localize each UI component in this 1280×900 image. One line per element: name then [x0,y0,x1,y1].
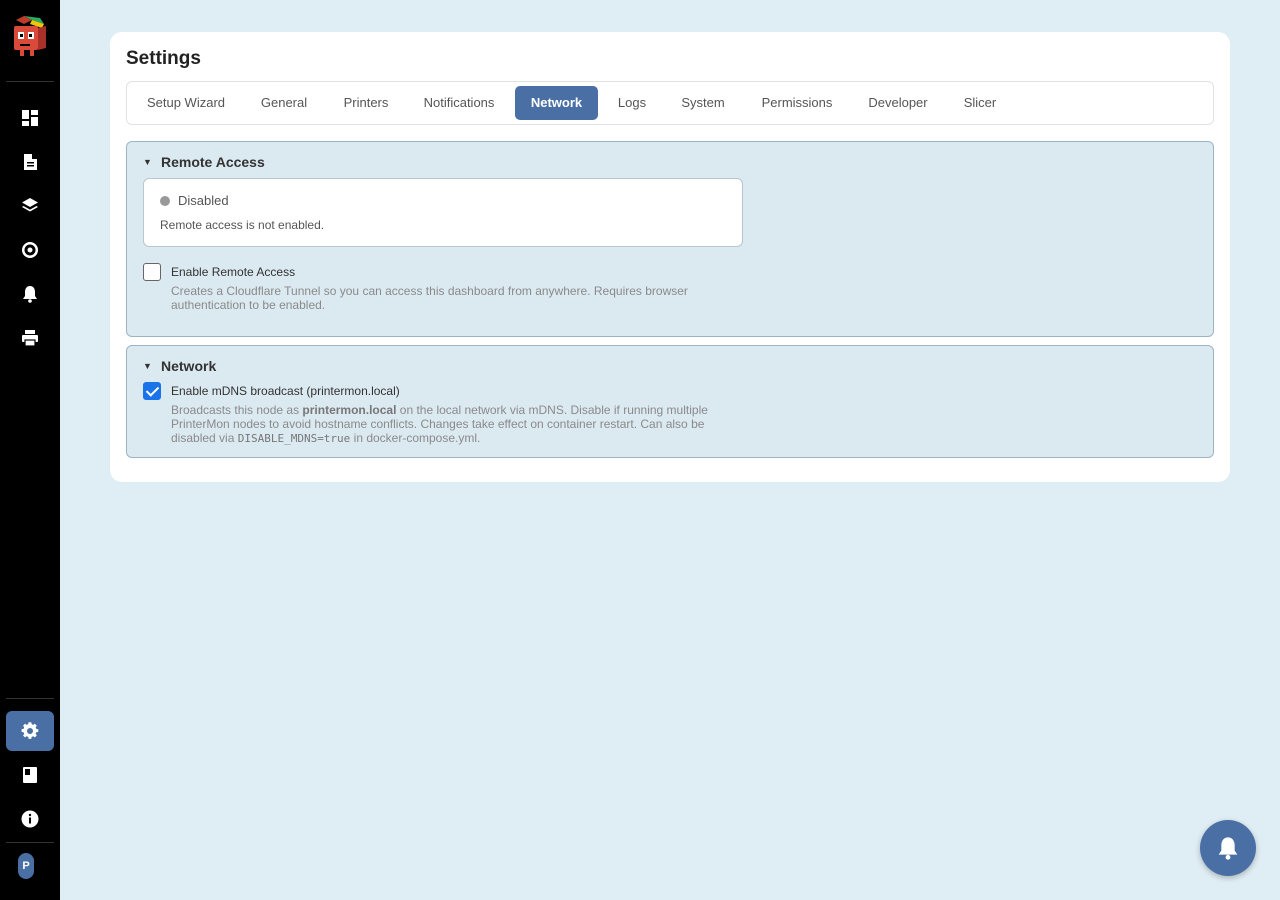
status-description: Remote access is not enabled. [160,218,325,232]
sidebar-divider [6,842,54,843]
file-icon [24,154,37,170]
mdns-env-var: DISABLE_MDNS=true [237,432,351,445]
enable-remote-access-help: Creates a Cloudflare Tunnel so you can a… [171,284,688,312]
status-dot [160,196,170,206]
book-icon [23,767,37,783]
tab-developer[interactable]: Developer [853,86,943,120]
tab-printers[interactable]: Printers [327,86,405,120]
printer-icon [22,330,38,347]
remote-access-status: Disabled Remote access is not enabled. [143,178,743,247]
tab-slicer[interactable]: Slicer [947,86,1013,120]
enable-remote-access-label: Enable Remote Access [171,265,296,279]
dashboard-icon [22,110,38,126]
avatar[interactable]: P [18,853,34,879]
tab-general[interactable]: General [245,86,323,120]
settings-card: Settings Setup Wizard General Printers N… [110,32,1230,482]
page-title: Settings [126,48,201,69]
spool-icon [22,242,38,258]
mdns-help-text: in docker-compose.yml. [350,431,481,445]
tab-network[interactable]: Network [515,86,598,120]
sidebar: P [0,0,60,900]
bell-icon [23,286,37,303]
network-title: Network [161,358,217,374]
sidebar-divider [6,698,54,699]
caret-down-icon: ▼ [143,157,152,167]
remote-access-section: ▼ Remote Access Disabled Remote access i… [126,141,1214,337]
tab-setup-wizard[interactable]: Setup Wizard [131,86,241,120]
bell-icon [1218,837,1238,860]
mdns-hostname: printermon.local [302,403,397,417]
settings-tabs: Setup Wizard General Printers Notificati… [126,81,1214,125]
info-icon [21,810,39,828]
remote-access-title: Remote Access [161,154,265,170]
nav-spools[interactable] [6,230,54,270]
enable-mdns-checkbox[interactable] [143,382,161,400]
nav-about[interactable] [6,799,54,839]
app-logo[interactable] [10,14,48,58]
tab-logs[interactable]: Logs [603,86,661,120]
status-label: Disabled [178,193,229,208]
remote-access-toggle[interactable]: ▼ Remote Access [143,154,265,170]
enable-remote-access-checkbox[interactable] [143,263,161,281]
nav-settings[interactable] [6,711,54,751]
network-toggle[interactable]: ▼ Network [143,358,216,374]
nav-notifications[interactable] [6,274,54,314]
nav-printers[interactable] [6,318,54,358]
mdns-help-text: Broadcasts this node as [171,403,303,417]
tab-permissions[interactable]: Permissions [745,86,849,120]
nav-files[interactable] [6,142,54,182]
enable-mdns-label: Enable mDNS broadcast (printermon.local) [171,384,400,398]
gear-icon [21,722,39,739]
enable-mdns-help: Broadcasts this node as printermon.local… [171,403,741,446]
network-section: ▼ Network Enable mDNS broadcast (printer… [126,345,1214,458]
sidebar-divider [6,81,54,82]
nav-layers[interactable] [6,186,54,226]
tab-system[interactable]: System [665,86,741,120]
notifications-fab[interactable] [1200,820,1256,876]
tab-notifications[interactable]: Notifications [409,86,509,120]
nav-docs[interactable] [6,755,54,795]
caret-down-icon: ▼ [143,361,152,371]
nav-dashboard[interactable] [6,98,54,138]
layers-icon [22,198,38,212]
